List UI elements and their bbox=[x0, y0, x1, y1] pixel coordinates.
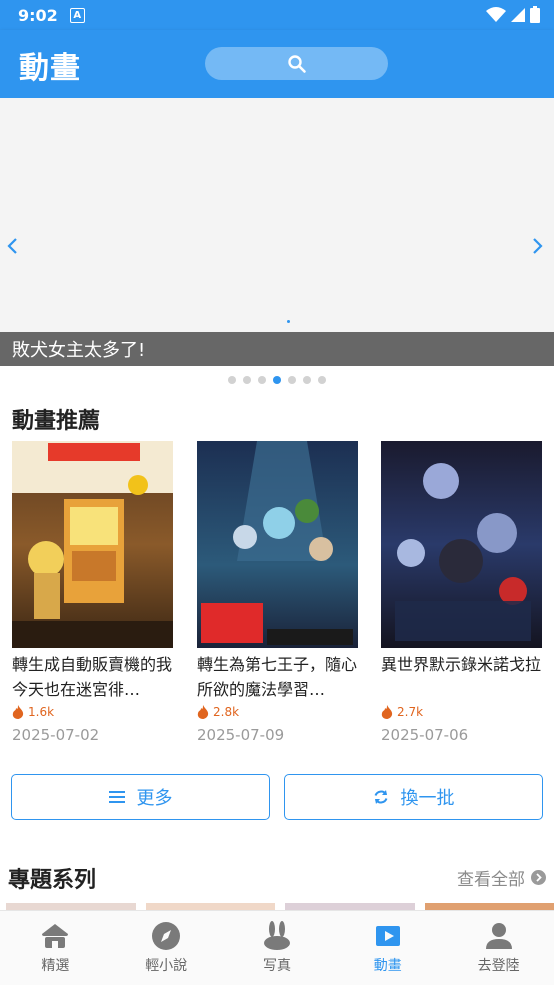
more-button-label: 更多 bbox=[136, 788, 173, 809]
compass-icon bbox=[152, 922, 181, 950]
home-icon bbox=[42, 924, 69, 948]
bunny-icon bbox=[263, 921, 290, 950]
nav-item-anime[interactable]: 動畫 bbox=[332, 911, 443, 985]
nav-item-novel[interactable]: 輕小說 bbox=[111, 911, 222, 985]
anime-date: 2025-07-06 bbox=[381, 726, 469, 744]
pager-dot[interactable] bbox=[288, 376, 296, 384]
bottom-navigation: 精選 輕小說 写真 動畫 去登陸 bbox=[0, 910, 554, 985]
banner-carousel[interactable] bbox=[0, 98, 554, 366]
nav-label: 精選 bbox=[41, 958, 70, 974]
hot-count: 2.7k bbox=[381, 704, 542, 720]
nav-item-featured[interactable]: 精選 bbox=[0, 911, 111, 985]
anime-cover bbox=[381, 441, 542, 648]
anime-cover bbox=[12, 441, 173, 648]
pager-dot[interactable] bbox=[243, 376, 251, 384]
signal-icon bbox=[511, 7, 525, 22]
anime-date: 2025-07-02 bbox=[12, 726, 100, 744]
hot-count-value: 2.7k bbox=[397, 705, 424, 719]
nav-item-photo[interactable]: 写真 bbox=[222, 911, 333, 985]
pager-dot[interactable] bbox=[318, 376, 326, 384]
hot-count-value: 2.8k bbox=[213, 705, 240, 719]
section-title-recommend: 動畫推薦 bbox=[12, 409, 101, 434]
more-button[interactable]: 更多 bbox=[11, 774, 270, 820]
flame-icon bbox=[197, 705, 209, 719]
refresh-button-label: 換一批 bbox=[400, 788, 455, 809]
anime-title: 轉生成自動販賣機的我今天也在迷宮徘… bbox=[12, 655, 173, 699]
see-all-label: 查看全部 bbox=[457, 870, 525, 890]
search-icon bbox=[287, 54, 306, 73]
anime-title: 異世界默示錄米諾戈拉 bbox=[381, 655, 542, 674]
nav-item-login[interactable]: 去登陸 bbox=[443, 911, 554, 985]
wifi-icon bbox=[486, 6, 506, 22]
status-icons bbox=[486, 6, 540, 23]
loading-dot bbox=[287, 320, 290, 323]
nav-label: 輕小說 bbox=[145, 958, 188, 974]
pager-dot[interactable] bbox=[228, 376, 236, 384]
see-all-link[interactable]: 查看全部 bbox=[457, 865, 546, 890]
anime-date: 2025-07-09 bbox=[197, 726, 285, 744]
play-icon bbox=[375, 926, 400, 946]
anime-title: 轉生為第七王子，隨心所欲的魔法學習… bbox=[197, 655, 358, 699]
anime-cover bbox=[197, 441, 358, 648]
pager-dot[interactable] bbox=[258, 376, 266, 384]
nav-label: 写真 bbox=[262, 958, 291, 974]
nav-label: 動畫 bbox=[373, 958, 402, 974]
banner-caption[interactable]: 敗犬女主太多了! bbox=[0, 332, 554, 366]
notification-a-icon: A bbox=[69, 7, 85, 23]
status-time: 9:02 bbox=[18, 5, 58, 25]
hot-count-value: 1.6k bbox=[28, 705, 55, 719]
search-button[interactable] bbox=[205, 47, 388, 80]
banner-pager bbox=[0, 376, 554, 384]
nav-label: 去登陸 bbox=[477, 958, 520, 974]
page-title: 動畫 bbox=[19, 51, 81, 86]
flame-icon bbox=[381, 705, 393, 719]
status-bar: 9:02 A bbox=[0, 0, 554, 30]
chevron-right-icon bbox=[533, 238, 543, 254]
pager-dot-active[interactable] bbox=[273, 376, 281, 384]
anime-card[interactable]: 轉生成自動販賣機的我今天也在迷宮徘… 1.6k 2025-07-02 bbox=[12, 441, 173, 744]
app-bar: 動畫 bbox=[0, 30, 554, 98]
person-icon bbox=[485, 923, 512, 949]
banner-prev-button[interactable] bbox=[2, 234, 22, 258]
battery-icon bbox=[530, 6, 540, 23]
hot-count: 2.8k bbox=[197, 704, 358, 720]
banner-caption-text: 敗犬女主太多了! bbox=[12, 340, 146, 361]
menu-icon bbox=[108, 791, 125, 803]
flame-icon bbox=[12, 705, 24, 719]
refresh-button[interactable]: 換一批 bbox=[284, 774, 543, 820]
pager-dot[interactable] bbox=[303, 376, 311, 384]
section-title-topics: 專題系列 bbox=[8, 868, 97, 893]
hot-count: 1.6k bbox=[12, 704, 173, 720]
banner-next-button[interactable] bbox=[528, 234, 548, 258]
refresh-icon bbox=[374, 790, 387, 804]
chevron-right-circle-icon bbox=[531, 870, 546, 885]
anime-card[interactable]: 異世界默示錄米諾戈拉 2.7k 2025-07-06 bbox=[381, 441, 542, 744]
anime-card[interactable]: 轉生為第七王子，隨心所欲的魔法學習… 2.8k 2025-07-09 bbox=[197, 441, 358, 744]
chevron-left-icon bbox=[7, 238, 17, 254]
